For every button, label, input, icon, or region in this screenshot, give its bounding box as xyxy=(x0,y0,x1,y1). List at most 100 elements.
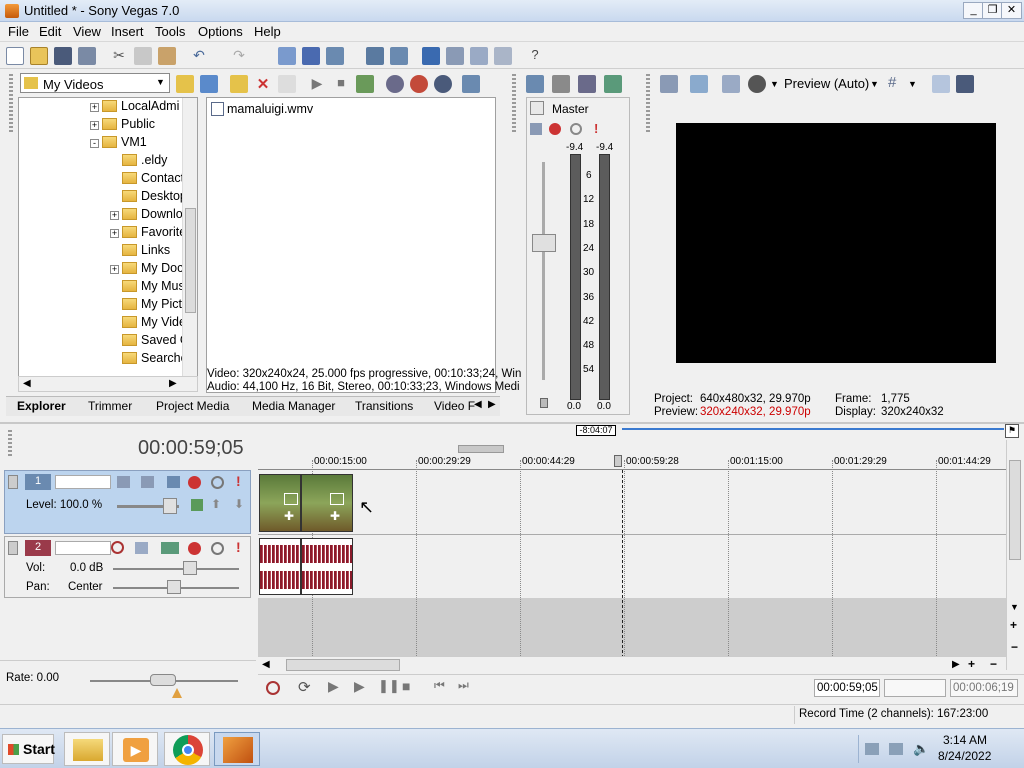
tree-item[interactable]: My Mus xyxy=(122,279,182,293)
up-folder-icon[interactable] xyxy=(176,75,194,93)
clip-fx-icon[interactable]: ✚ xyxy=(284,509,298,523)
marker-flag-icon[interactable]: ⚑ xyxy=(1005,424,1019,438)
tree-expander-icon[interactable]: + xyxy=(110,229,119,238)
timeline-horizontal-scrollbar[interactable]: ◀ ▶ + − xyxy=(258,656,1006,672)
delete-icon[interactable]: ✕ xyxy=(254,75,272,93)
lock-icon[interactable] xyxy=(540,398,548,408)
track-output-icon[interactable] xyxy=(161,542,179,554)
tree-item[interactable]: Desktop xyxy=(122,189,182,203)
track-minimize-icon[interactable] xyxy=(8,475,18,489)
loop-playback-icon[interactable]: ⟳ xyxy=(298,678,311,696)
clock-date[interactable]: 8/24/2022 xyxy=(938,749,991,763)
close-button[interactable]: ✕ xyxy=(1001,2,1022,19)
explorer-grip[interactable] xyxy=(9,74,13,132)
auto-preview-icon[interactable] xyxy=(356,75,374,93)
get-media-icon[interactable] xyxy=(434,75,452,93)
tree-expander-icon[interactable]: + xyxy=(90,121,99,130)
preview-properties-icon[interactable] xyxy=(660,75,678,93)
timeline-scroll-thumb[interactable] xyxy=(1009,460,1021,560)
audio-clip-1[interactable] xyxy=(259,538,301,595)
mixer-grip[interactable] xyxy=(512,74,516,132)
tab-video-fx[interactable]: Video F xyxy=(434,399,475,413)
track-header-empty-area[interactable] xyxy=(4,600,251,656)
audio-track-header[interactable]: 2 ! Vol: 0.0 dB Pan: Center xyxy=(4,536,251,598)
composite-mode-icon[interactable] xyxy=(117,476,130,488)
scroll-left-icon[interactable]: ◀ xyxy=(262,659,270,670)
pan-slider-handle[interactable] xyxy=(167,580,181,594)
video-clip-2[interactable]: ✚ xyxy=(301,474,353,532)
paste-icon[interactable] xyxy=(158,47,176,65)
timecode-display[interactable]: 00:00:59;05 xyxy=(138,437,244,460)
master-fader-handle[interactable] xyxy=(532,234,556,252)
empty-track-area[interactable] xyxy=(258,598,1006,656)
render-icon[interactable] xyxy=(78,47,96,65)
tree-item[interactable]: Searche xyxy=(122,351,182,365)
insert-bus-icon[interactable] xyxy=(604,75,622,93)
go-to-end-icon[interactable]: ⏭ xyxy=(458,678,469,693)
vol-slider-handle[interactable] xyxy=(183,561,197,575)
video-clip-1[interactable]: ✚ xyxy=(259,474,301,532)
tab-transitions[interactable]: Transitions xyxy=(355,399,413,413)
track-motion-icon[interactable] xyxy=(167,476,180,488)
menu-help[interactable]: Help xyxy=(254,24,281,39)
solo-icon[interactable]: ! xyxy=(236,473,241,489)
cut-icon[interactable]: ✂ xyxy=(110,47,128,65)
scroll-down-icon[interactable]: ▼ xyxy=(1010,602,1019,612)
tree-item[interactable]: .eldy xyxy=(122,153,182,167)
menu-view[interactable]: View xyxy=(73,24,101,39)
tab-explorer[interactable]: Explorer xyxy=(17,399,66,413)
menu-tools[interactable]: Tools xyxy=(155,24,185,39)
preview-quality-icon[interactable] xyxy=(748,75,766,93)
tab-media-manager[interactable]: Media Manager xyxy=(252,399,335,413)
file-list[interactable]: mamaluigi.wmv Video: 320x240x24, 25.000 … xyxy=(206,97,521,393)
audio-clip-2[interactable] xyxy=(301,538,353,595)
tab-project-media[interactable]: Project Media xyxy=(156,399,229,413)
taskbar-explorer[interactable] xyxy=(64,732,110,766)
tree-vertical-scrollbar[interactable] xyxy=(182,98,197,376)
track-fx-icon[interactable] xyxy=(188,476,201,489)
timeline-hscroll-thumb[interactable] xyxy=(286,659,400,671)
copy-snapshot-icon[interactable] xyxy=(932,75,950,93)
tree-item[interactable]: Downlo xyxy=(122,207,182,221)
start-button[interactable]: Start xyxy=(2,734,55,764)
selection-length-field[interactable]: 00:00:06;19 xyxy=(950,679,1018,697)
audio-track-name-field[interactable] xyxy=(55,541,111,555)
tree-scroll-thumb[interactable] xyxy=(185,208,196,313)
move-up-icon[interactable]: ⬆ xyxy=(211,497,221,511)
tree-item[interactable]: VM1 xyxy=(102,135,182,149)
track-minimize-icon[interactable] xyxy=(8,541,18,555)
restore-button[interactable]: ❐ xyxy=(982,2,1003,19)
action-center-icon[interactable] xyxy=(865,743,879,755)
refresh-icon[interactable] xyxy=(200,75,218,93)
tab-trimmer[interactable]: Trimmer xyxy=(88,399,132,413)
loop-region-handle[interactable] xyxy=(458,445,504,453)
solo-icon[interactable]: ! xyxy=(236,539,241,555)
downmix-icon[interactable] xyxy=(552,75,570,93)
menu-file[interactable]: File xyxy=(8,24,29,39)
open-icon[interactable] xyxy=(30,47,48,65)
vol-slider-track[interactable] xyxy=(113,568,239,570)
file-item-mamaluigi[interactable]: mamaluigi.wmv xyxy=(227,102,313,116)
timeline-vertical-scrollbar[interactable]: ▼ + − xyxy=(1006,440,1022,670)
tree-item[interactable]: Contact xyxy=(122,171,182,185)
menu-insert[interactable]: Insert xyxy=(111,24,144,39)
taskbar-vegas[interactable] xyxy=(214,732,260,766)
zoom-tool-icon[interactable] xyxy=(494,47,512,65)
zoom-in-vertical-icon[interactable]: + xyxy=(1010,618,1017,632)
go-to-start-icon[interactable]: ⏮ xyxy=(434,678,445,693)
cursor-time-field[interactable]: 00:00:59;05 xyxy=(814,679,880,697)
video-track-header[interactable]: 1 ! Level: 100.0 % ⬆ ⬇ xyxy=(4,470,251,534)
tree-item[interactable]: Favorite xyxy=(122,225,182,239)
taskbar-chrome[interactable] xyxy=(164,732,210,766)
envelope-tool-icon[interactable] xyxy=(446,47,464,65)
level-slider-handle[interactable] xyxy=(163,498,177,514)
save-snapshot-icon[interactable] xyxy=(956,75,974,93)
zoom-in-time-icon[interactable]: + xyxy=(968,657,975,671)
clip-pan-crop-icon[interactable] xyxy=(284,493,298,505)
extract-audio-icon[interactable] xyxy=(410,75,428,93)
pause-icon[interactable]: ❚❚ xyxy=(378,678,400,694)
clock-time[interactable]: 3:14 AM xyxy=(943,733,987,747)
chevron-down-icon[interactable]: ▼ xyxy=(908,79,917,89)
chevron-down-icon[interactable]: ▼ xyxy=(770,79,779,89)
stop-preview-icon[interactable]: ■ xyxy=(332,75,350,93)
